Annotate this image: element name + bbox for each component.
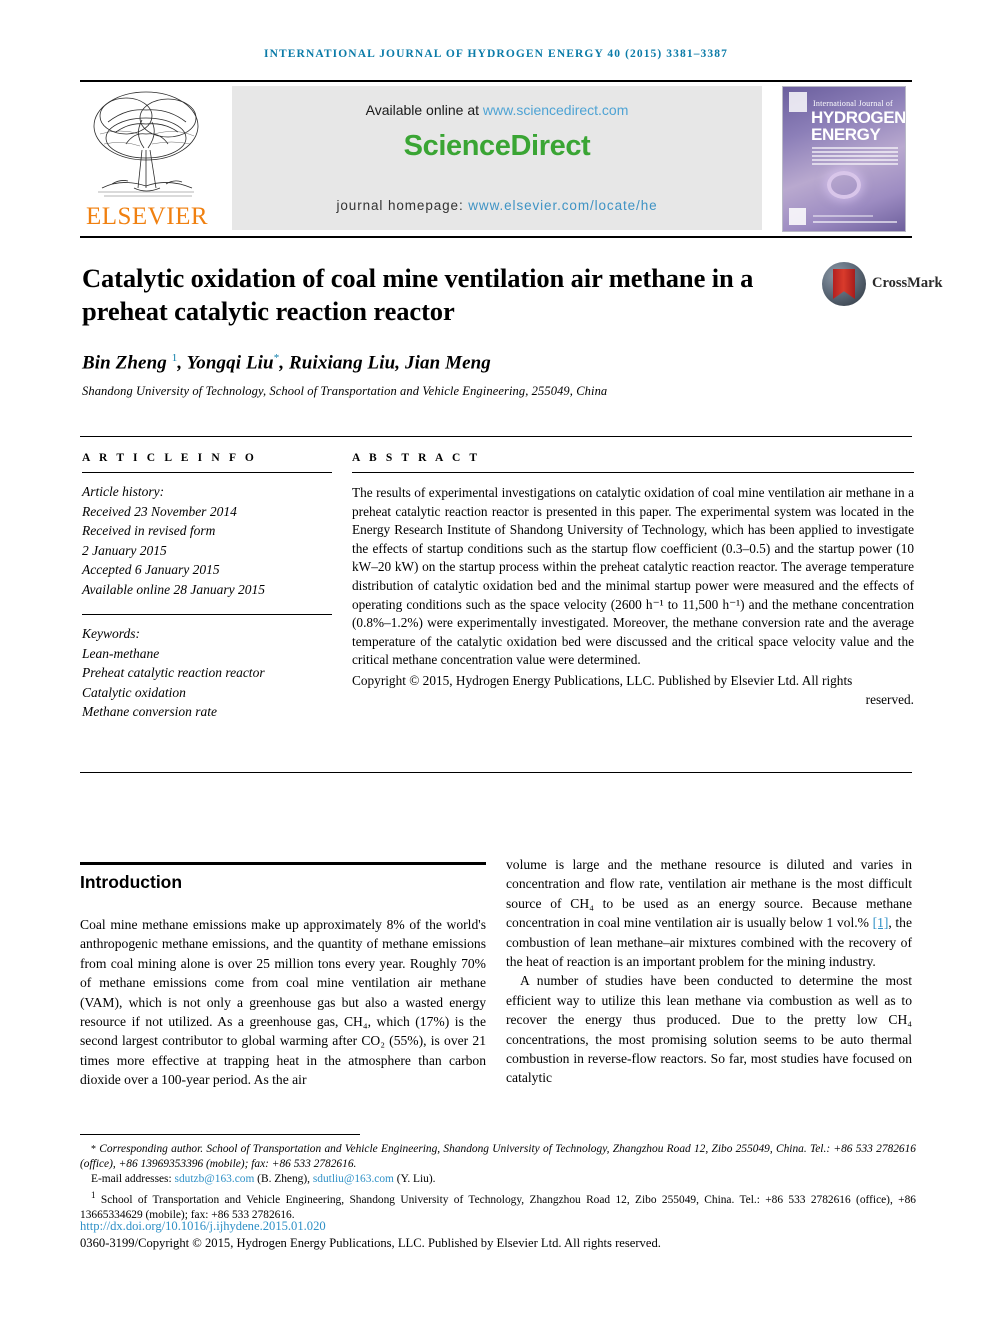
crossmark-label: CrossMark: [872, 275, 943, 291]
header-rule: [80, 80, 912, 82]
abstract-bottom-rule: [80, 772, 912, 773]
abstract-text: The results of experimental investigatio…: [352, 485, 914, 668]
keyword-item: Catalytic oxidation: [82, 684, 186, 700]
cover-footer-line-2: [813, 215, 873, 217]
article-history-item: Accepted 6 January 2015: [82, 562, 220, 577]
keywords-label: Keywords:: [82, 626, 140, 641]
journal-masthead: ELSEVIER Available online at www.science…: [80, 86, 912, 232]
email-label: E-mail addresses:: [91, 1173, 172, 1186]
body-paragraph: volume is large and the methane resource…: [506, 855, 912, 971]
journal-cover-thumbnail: International Journal of HYDROGEN ENERGY: [782, 86, 906, 232]
available-online-text: Available online at: [365, 102, 479, 118]
footnote-corresponding-author: * Corresponding author. School of Transp…: [80, 1142, 916, 1172]
email-link-liu[interactable]: sdutliu@163.com: [313, 1173, 394, 1185]
doi-link[interactable]: http://dx.doi.org/10.1016/j.ijhydene.201…: [80, 1219, 326, 1233]
cover-footer-line-1: [813, 221, 897, 223]
elsevier-wordmark: ELSEVIER: [85, 203, 209, 230]
keyword-item: Lean-methane: [82, 645, 160, 661]
journal-homepage-label: journal homepage:: [336, 198, 464, 213]
sciencedirect-panel: Available online at www.sciencedirect.co…: [232, 86, 762, 230]
journal-homepage-line: journal homepage: www.elsevier.com/locat…: [232, 198, 762, 213]
masthead-rule: [80, 236, 912, 238]
elsevier-logo-block: ELSEVIER: [80, 86, 214, 230]
affiliation: Shandong University of Technology, Schoo…: [82, 384, 608, 398]
footnote-rule: [80, 1134, 360, 1135]
article-info-column: A R T I C L E I N F O Article history: R…: [82, 452, 332, 722]
cover-title-energy: ENERGY: [811, 125, 881, 144]
journal-homepage-link[interactable]: www.elsevier.com/locate/he: [468, 198, 657, 213]
abstract-copyright-tail: reserved.: [865, 691, 914, 707]
cover-ring-graphic: [827, 171, 861, 199]
page-title: Catalytic oxidation of coal mine ventila…: [82, 263, 754, 326]
cover-editor-lines: [812, 147, 898, 167]
article-info-heading-rule: [82, 472, 332, 473]
cover-title-hydrogen: HYDROGEN: [811, 108, 906, 127]
keywords-rule: [82, 614, 332, 615]
doi-link-wrapper[interactable]: http://dx.doi.org/10.1016/j.ijhydene.201…: [80, 1219, 326, 1234]
email-name-zheng: (B. Zheng),: [257, 1173, 310, 1186]
cover-journal-prefix: International Journal of: [813, 99, 893, 108]
abstract-heading: A B S T R A C T: [352, 452, 481, 464]
available-online-line: Available online at www.sciencedirect.co…: [232, 102, 762, 118]
article-history-label: Article history:: [82, 484, 165, 499]
reference-link-1[interactable]: [1]: [873, 915, 889, 930]
sciencedirect-link[interactable]: www.sciencedirect.com: [483, 102, 629, 118]
info-top-rule: [80, 436, 912, 437]
footnote-emails: E-mail addresses: sdutzb@163.com (B. Zhe…: [80, 1172, 916, 1187]
footnote-affiliation-1-text: School of Transportation and Vehicle Eng…: [80, 1193, 916, 1221]
article-history-item: 2 January 2015: [82, 542, 167, 558]
footnote-block: * Corresponding author. School of Transp…: [80, 1142, 916, 1223]
sciencedirect-logo: ScienceDirect: [403, 130, 591, 162]
elsevier-tree-badge-icon: [789, 92, 807, 112]
body-paragraph-text: volume is large and the methane resource…: [506, 857, 912, 931]
body-paragraph: A number of studies have been conducted …: [506, 973, 912, 1086]
introduction-heading: Introduction: [80, 872, 183, 892]
abstract-heading-rule: [352, 472, 914, 473]
article-history-item: Available online 28 January 2015: [82, 581, 265, 597]
keyword-item: Preheat catalytic reaction reactor: [82, 665, 265, 680]
footnote-marker-1: 1: [91, 1189, 96, 1200]
footnote-corresponding-text: Corresponding author. School of Transpor…: [80, 1143, 916, 1171]
footnote-affiliation-1: 1 School of Transportation and Vehicle E…: [80, 1188, 916, 1223]
crossmark-badge[interactable]: CrossMark: [822, 262, 943, 308]
body-right-column: volume is large and the methane resource…: [506, 855, 912, 1088]
ihea-badge-icon: [789, 208, 806, 225]
keyword-item: Methane conversion rate: [82, 704, 217, 719]
body-left-column: Coal mine methane emissions make up appr…: [80, 917, 486, 1088]
article-history-block: Article history: Received 23 November 20…: [82, 482, 332, 599]
paper-page: INTERNATIONAL JOURNAL OF HYDROGEN ENERGY…: [0, 0, 992, 1323]
crossmark-circle-icon: [822, 262, 866, 306]
asterisk-icon: *: [91, 1144, 96, 1155]
author-list: Bin Zheng 1, Yongqi Liu*, Ruixiang Liu, …: [82, 352, 491, 374]
email-name-liu: (Y. Liu).: [396, 1173, 436, 1186]
running-head: INTERNATIONAL JOURNAL OF HYDROGEN ENERGY…: [264, 48, 728, 60]
abstract-column: A B S T R A C T The results of experimen…: [352, 452, 914, 709]
introduction-rule: [80, 862, 486, 865]
elsevier-tree-icon: [93, 91, 199, 197]
article-history-item: Received 23 November 2014: [82, 503, 237, 519]
keywords-block: Keywords: Lean-methane Preheat catalytic…: [82, 624, 332, 722]
issn-copyright-line: 0360-3199/Copyright © 2015, Hydrogen Ene…: [80, 1236, 661, 1250]
abstract-copyright-text: Copyright © 2015, Hydrogen Energy Public…: [352, 672, 853, 688]
article-info-heading: A R T I C L E I N F O: [82, 452, 257, 464]
email-link-zheng[interactable]: sdutzb@163.com: [175, 1173, 255, 1185]
article-history-item: Received in revised form: [82, 523, 216, 538]
abstract-copyright: Copyright © 2015, Hydrogen Energy Public…: [352, 672, 914, 709]
crossmark-bookmark-icon: [833, 269, 855, 299]
